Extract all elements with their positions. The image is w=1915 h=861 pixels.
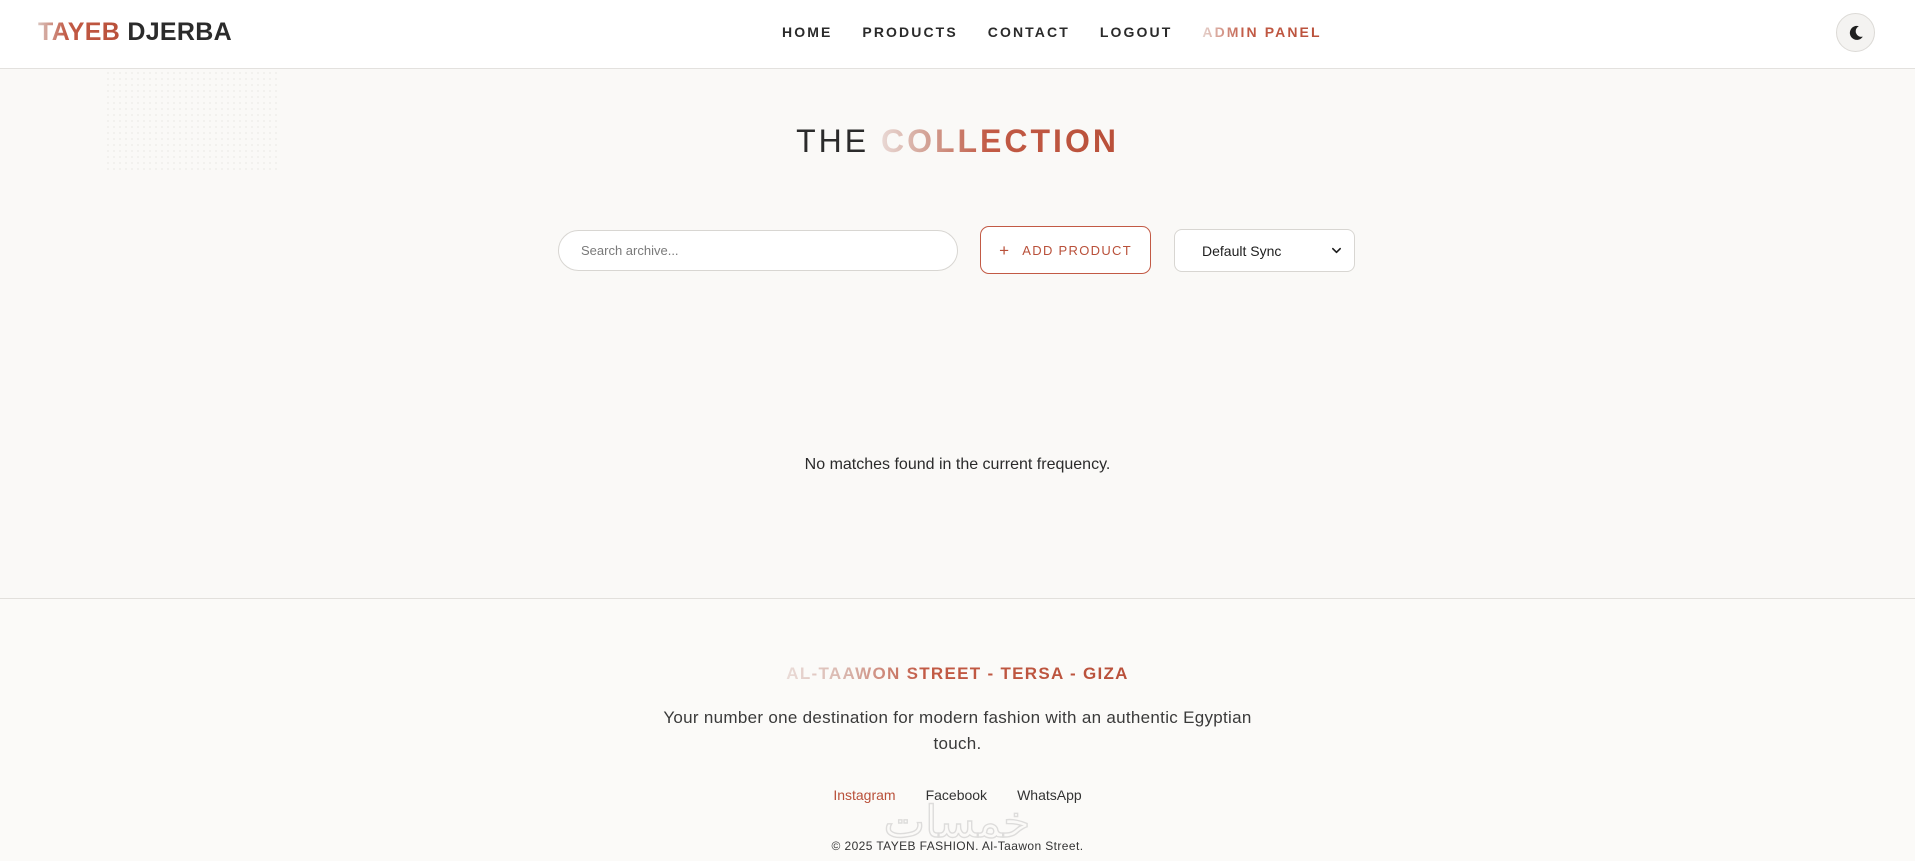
nav-home[interactable]: HOME	[782, 24, 832, 40]
theme-toggle-button[interactable]	[1836, 13, 1875, 52]
brand-name-part1: TAYEB	[38, 18, 121, 46]
add-product-label: ADD PRODUCT	[1022, 242, 1132, 258]
top-navbar: TAYEB DJERBA HOME PRODUCTS CONTACT LOGOU…	[0, 0, 1915, 69]
plus-icon: +	[999, 240, 1011, 260]
footer-address-text: AL-TAAWON STREET - TERSA - GIZA	[786, 664, 1129, 683]
nav-products[interactable]: PRODUCTS	[862, 24, 957, 40]
add-product-button[interactable]: + ADD PRODUCT	[980, 226, 1151, 274]
brand-name-part2: DJERBA	[127, 18, 232, 46]
footer-copyright: © 2025 TAYEB FASHION. Al-Taawon Street.	[831, 839, 1084, 853]
footer: AL-TAAWON STREET - TERSA - GIZA Your num…	[0, 598, 1915, 861]
footer-tagline: Your number one destination for modern f…	[663, 708, 1252, 753]
main-nav: HOME PRODUCTS CONTACT LOGOUT ADMIN PANEL	[782, 24, 1352, 40]
search-input[interactable]	[558, 230, 958, 271]
sort-select-value: Default Sync	[1202, 242, 1282, 259]
nav-contact[interactable]: CONTACT	[988, 24, 1070, 40]
footer-address: AL-TAAWON STREET - TERSA - GIZA	[0, 664, 1915, 684]
nav-admin-panel[interactable]: ADMIN PANEL	[1202, 24, 1321, 40]
page-title-plain: THE	[796, 123, 870, 159]
brand-logo[interactable]: TAYEB DJERBA	[38, 18, 232, 47]
empty-state-message: No matches found in the current frequenc…	[804, 456, 1111, 473]
page-title: THE COLLECTION	[0, 123, 1915, 160]
chevron-down-icon	[1332, 247, 1341, 254]
nav-logout[interactable]: LOGOUT	[1100, 24, 1172, 40]
moon-icon	[1849, 25, 1863, 40]
sort-select[interactable]: Default Sync	[1174, 229, 1355, 272]
page-title-accent: COLLECTION	[880, 123, 1119, 159]
